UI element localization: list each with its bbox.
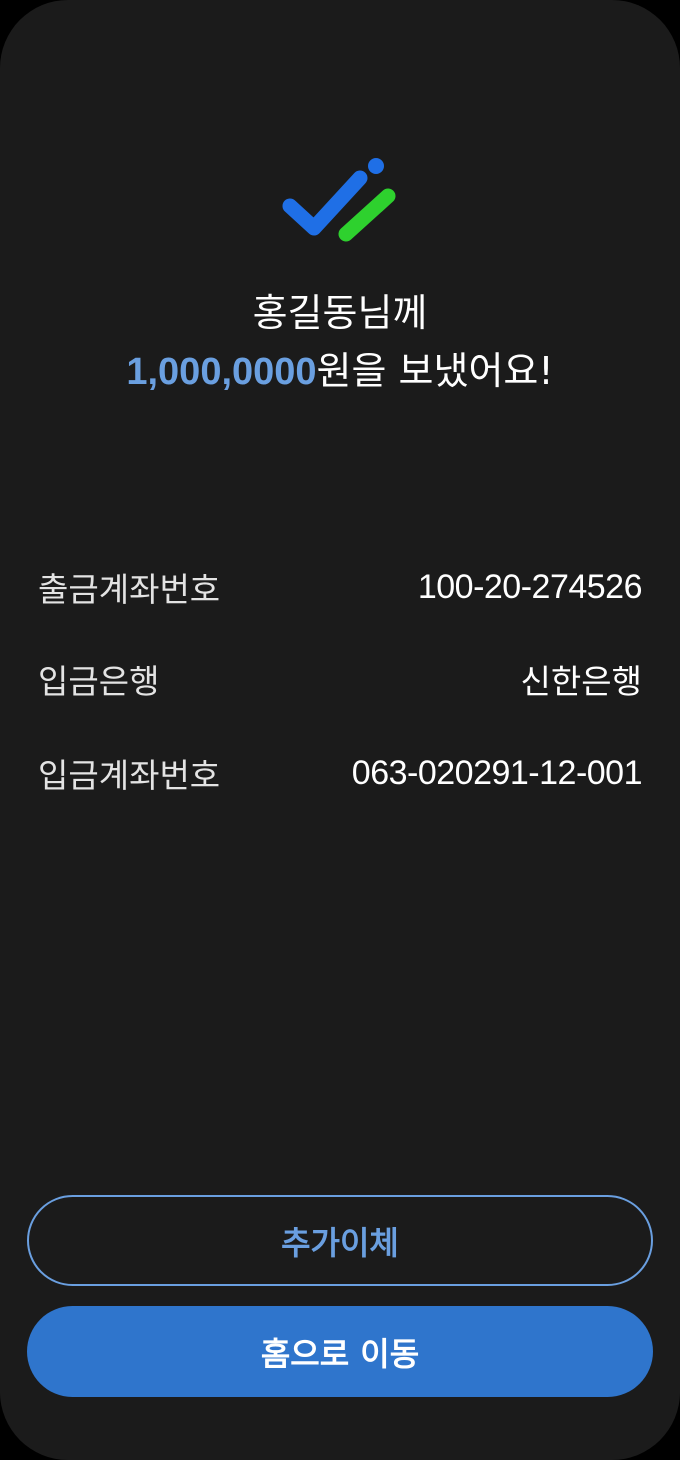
transfer-amount: 1,000,0000: [126, 351, 317, 393]
go-home-label: 홈으로 이동: [260, 1334, 420, 1373]
detail-row-deposit-account: 입금계좌번호 063-020291-12-001: [38, 748, 643, 798]
transfer-complete-screen: 홍길동님께 1,000,0000원을 보냈어요! 출금계좌번호 100-20-2…: [0, 0, 680, 1460]
detail-value: 100-20-274526: [417, 567, 643, 606]
check-logo-icon: [282, 158, 396, 242]
recipient-line: 홍길동님께: [252, 291, 428, 335]
detail-label: 출금계좌번호: [38, 570, 221, 609]
amount-line: 1,000,0000원을 보냈어요!: [0, 342, 680, 401]
transfer-result-message: 홍길동님께 1,000,0000원을 보냈어요!: [0, 284, 680, 401]
amount-suffix: 원을 보냈어요!: [316, 349, 554, 393]
additional-transfer-label: 추가이체: [281, 1223, 399, 1262]
detail-value: 신한은행: [520, 662, 642, 701]
additional-transfer-button[interactable]: 추가이체: [27, 1195, 653, 1286]
detail-label: 입금계좌번호: [38, 756, 221, 795]
detail-row-withdraw-account: 출금계좌번호 100-20-274526: [38, 562, 643, 612]
detail-label: 입금은행: [38, 662, 160, 701]
detail-value: 063-020291-12-001: [351, 753, 643, 792]
go-home-button[interactable]: 홈으로 이동: [27, 1306, 653, 1397]
detail-row-deposit-bank: 입금은행 신한은행: [38, 654, 642, 704]
